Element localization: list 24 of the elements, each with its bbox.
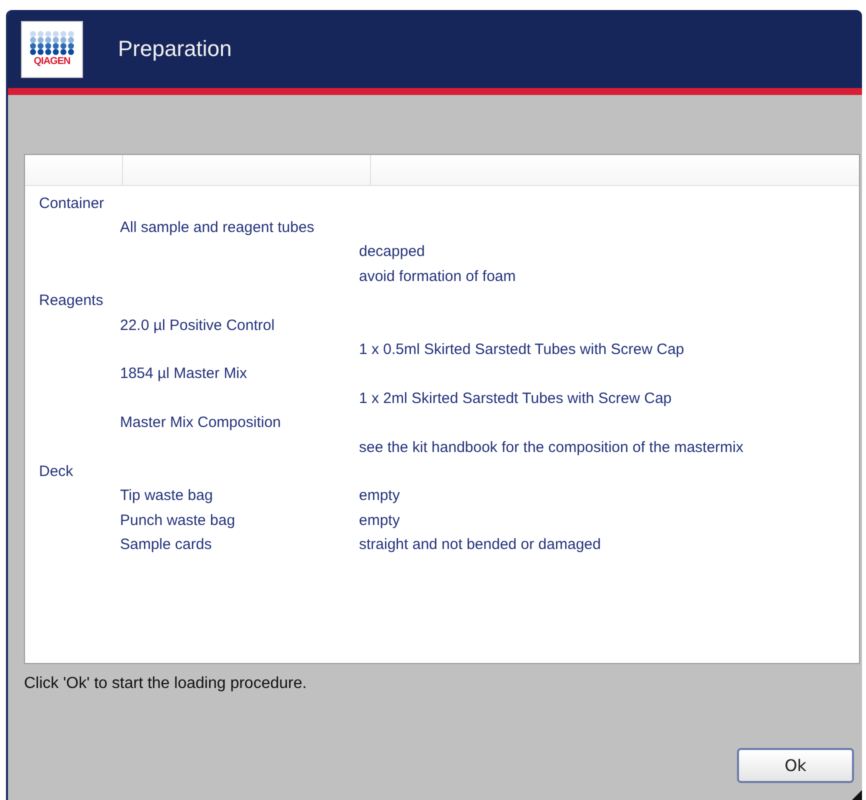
- table-cell: empty: [359, 512, 400, 529]
- instruction-text: Click 'Ok' to start the loading procedure.: [24, 675, 308, 693]
- dots-icon: [29, 31, 75, 55]
- table-cell: Reagents: [39, 292, 104, 310]
- table-cell: Punch waste bag: [120, 512, 236, 529]
- ok-button[interactable]: Ok: [737, 748, 854, 783]
- table-cell: 1854 µl Master Mix: [120, 365, 248, 382]
- table-cell: see the kit handbook for the composition of the mastermix: [359, 438, 744, 456]
- table-cell: All sample and reagent tubes: [120, 219, 314, 236]
- logo-text: QIAGEN: [34, 56, 70, 67]
- table-cell: Deck: [39, 462, 74, 480]
- table-cell: Container: [39, 194, 104, 212]
- table-cell: avoid formation of foam: [359, 268, 516, 285]
- table-cell: straight and not bended or damaged: [359, 536, 601, 554]
- table-cell: 22.0 µl Positive Control: [120, 316, 275, 334]
- table-cell: 1 x 2ml Skirted Sarstedt Tubes with Screw Cap: [359, 390, 672, 407]
- window-title: Preparation: [118, 36, 232, 62]
- table-cell: Tip waste bag: [120, 487, 213, 504]
- table-cell: decapped: [359, 243, 425, 260]
- resize-grip-icon[interactable]: [852, 790, 862, 800]
- table-cell: empty: [359, 487, 400, 504]
- table-cell: 1 x 0.5ml Skirted Sarstedt Tubes with Screw Cap: [359, 341, 684, 358]
- table-cell: Sample cards: [120, 536, 212, 554]
- table-cell: Master Mix Composition: [120, 414, 281, 432]
